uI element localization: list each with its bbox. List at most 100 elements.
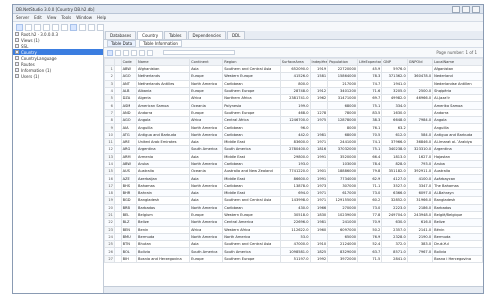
table-row[interactable]: 1 ABW Afghanistan Asia Southern and Central … bbox=[104, 64, 483, 74]
table-row[interactable]: 16 AZE Azerbaijan Asia Middle East 86600.0 199… bbox=[104, 174, 483, 183]
close-button[interactable] bbox=[472, 5, 480, 13]
table-row[interactable]: 25 BTN Bhutan Asia Southern and Central Asia… bbox=[104, 240, 483, 249]
row-checkbox[interactable] bbox=[113, 189, 122, 198]
delete-row-icon[interactable] bbox=[115, 49, 121, 56]
row-checkbox[interactable] bbox=[113, 254, 122, 264]
new-query-icon[interactable] bbox=[43, 23, 50, 31]
row-checkbox[interactable] bbox=[113, 137, 122, 147]
tree-item[interactable]: Users (1) bbox=[13, 73, 103, 79]
column-header[interactable]: Population bbox=[327, 58, 359, 66]
cancel-icon[interactable] bbox=[131, 49, 137, 56]
save-rows-icon[interactable] bbox=[123, 49, 129, 56]
table-row[interactable]: 20 BRB Barbados North America Caribbean 430.0… bbox=[104, 203, 483, 212]
table-row[interactable]: 14 ABW Aruba North America Caribbean 193.0 103… bbox=[104, 159, 483, 169]
row-checkbox[interactable] bbox=[113, 232, 122, 242]
subtab[interactable]: Table Data bbox=[107, 40, 137, 47]
tab[interactable]: Dependencies bbox=[187, 31, 226, 39]
row-checkbox[interactable] bbox=[113, 240, 122, 249]
row-checkbox[interactable] bbox=[113, 152, 122, 161]
row-checkbox[interactable] bbox=[113, 167, 122, 176]
disconnect-icon[interactable] bbox=[25, 23, 32, 31]
table-row[interactable]: 12 ARG Argentina South America South America… bbox=[104, 145, 483, 154]
row-checkbox[interactable] bbox=[113, 79, 122, 88]
row-checkbox[interactable] bbox=[113, 218, 122, 227]
connect-icon[interactable] bbox=[16, 23, 23, 31]
table-row[interactable]: 10 ATG Antigua and Barbuda North America Car… bbox=[104, 130, 483, 139]
row-checkbox[interactable] bbox=[113, 145, 122, 154]
row-checkbox[interactable] bbox=[113, 210, 122, 220]
menu-item-server[interactable]: Server bbox=[16, 15, 29, 20]
menu-item-window[interactable]: Window bbox=[76, 15, 92, 20]
row-checkbox[interactable] bbox=[113, 64, 122, 74]
settings-icon[interactable] bbox=[97, 23, 104, 31]
row-checkbox[interactable] bbox=[113, 174, 122, 183]
last-page-icon[interactable] bbox=[147, 49, 153, 56]
table-row[interactable]: 21 BEL Belgium Europe Western Europe 30518.0 1… bbox=[104, 210, 483, 220]
table-row[interactable]: 22 BLZ Belize North America Central America 2… bbox=[104, 218, 483, 227]
column-header[interactable]: LocalName bbox=[432, 58, 483, 66]
column-header[interactable]: Name bbox=[136, 58, 191, 66]
table-row[interactable]: 13 ARM Armenia Asia Middle East 29800.0 1991 35… bbox=[104, 152, 483, 161]
table-row[interactable]: 2 AGO Netherlands Europe Western Europe 41526… bbox=[104, 72, 483, 81]
menu-item-help[interactable]: Help bbox=[97, 15, 106, 20]
row-checkbox[interactable] bbox=[113, 123, 122, 132]
column-header[interactable]: GNP bbox=[381, 58, 408, 66]
menu-item-view[interactable]: View bbox=[47, 15, 57, 20]
tab[interactable]: Country bbox=[137, 31, 164, 39]
table-row[interactable]: 26 BOL Bolivia South America South America 10… bbox=[104, 247, 483, 256]
table-row[interactable]: 9 AIA Anguilla North America Caribbean 96.0 80… bbox=[104, 123, 483, 132]
column-header[interactable]: Continent bbox=[189, 58, 224, 66]
table-row[interactable]: 7 AND Andorra Europe Southern Europe 468.0 127… bbox=[104, 108, 483, 118]
row-checkbox[interactable] bbox=[113, 196, 122, 205]
column-header[interactable]: Code bbox=[120, 58, 138, 66]
table-row[interactable]: 8 AGO Angola Africa Central Africa 1246700.0 1… bbox=[104, 116, 483, 125]
tab[interactable]: DDL bbox=[226, 31, 246, 39]
maximize-button[interactable] bbox=[462, 5, 470, 13]
table-row[interactable]: 24 BMU Bermuda North America North America 53… bbox=[104, 232, 483, 242]
run-icon[interactable] bbox=[70, 23, 77, 31]
table-row[interactable]: 4 ALB Albania Europe Southern Europe 28748.0 1… bbox=[104, 86, 483, 96]
row-checkbox[interactable] bbox=[113, 86, 122, 96]
row-checkbox[interactable] bbox=[113, 159, 122, 169]
row-checkbox[interactable] bbox=[113, 225, 122, 234]
minimize-button[interactable] bbox=[452, 5, 460, 13]
row-checkbox[interactable] bbox=[113, 94, 122, 103]
table-row[interactable]: 11 ARE United Arab Emirates Asia Middle East… bbox=[104, 137, 483, 147]
menu-item-tools[interactable]: Tools bbox=[61, 15, 71, 20]
column-header[interactable]: Region bbox=[222, 58, 281, 66]
subtab[interactable]: Table Information bbox=[139, 40, 182, 47]
table-row[interactable]: 23 BEN Benin Africa Western Africa 112622.0 19… bbox=[104, 225, 483, 234]
table-row[interactable]: 6 ASM American Samoa Oceania Polynesia 199.0 6… bbox=[104, 101, 483, 110]
column-header[interactable]: IndepYear bbox=[309, 58, 329, 66]
row-checkbox[interactable] bbox=[113, 247, 122, 256]
table-row[interactable]: 15 AUS Australia Oceania Australia and New Z… bbox=[104, 167, 483, 176]
filter-input[interactable] bbox=[163, 50, 235, 55]
table-row[interactable]: 3 ANT Netherlands Antilles North America Car… bbox=[104, 79, 483, 88]
table-row[interactable]: 19 BGD Bangladesh Asia Southern and Central … bbox=[104, 196, 483, 205]
tab[interactable]: Tables bbox=[164, 31, 187, 39]
table-row[interactable]: 18 BHR Bahrain Asia Middle East 694.0 1971 6170… bbox=[104, 189, 483, 198]
table-row[interactable]: 27 BIH Bosnia and Herzegovina Europe Souther… bbox=[104, 254, 483, 264]
menu-item-edit[interactable]: Edit bbox=[34, 15, 42, 20]
stop-icon[interactable] bbox=[79, 23, 86, 31]
add-row-icon[interactable] bbox=[107, 49, 113, 56]
column-header[interactable]: GNPOld bbox=[406, 58, 434, 66]
tab[interactable]: Databases bbox=[105, 31, 137, 39]
row-checkbox[interactable] bbox=[113, 203, 122, 212]
refresh-icon[interactable] bbox=[34, 23, 41, 31]
open-icon[interactable] bbox=[52, 23, 59, 31]
table-row[interactable]: 17 BHS Bahamas North America Caribbean 13878.… bbox=[104, 181, 483, 191]
row-checkbox[interactable] bbox=[113, 72, 122, 81]
save-icon[interactable] bbox=[61, 23, 68, 31]
table-row[interactable]: 5 DZA Algeria Africa Northern Africa 2381741.… bbox=[104, 94, 483, 103]
column-header[interactable]: LifeExpectancy bbox=[357, 58, 383, 66]
row-checkbox[interactable] bbox=[113, 108, 122, 118]
row-checkbox[interactable] bbox=[113, 181, 122, 191]
export-icon[interactable] bbox=[88, 23, 95, 31]
column-header[interactable] bbox=[113, 58, 122, 66]
first-page-icon[interactable] bbox=[139, 49, 145, 56]
row-checkbox[interactable] bbox=[113, 101, 122, 110]
row-checkbox[interactable] bbox=[113, 116, 122, 125]
column-header[interactable]: SurfaceArea bbox=[279, 58, 311, 66]
column-header[interactable] bbox=[104, 58, 115, 66]
